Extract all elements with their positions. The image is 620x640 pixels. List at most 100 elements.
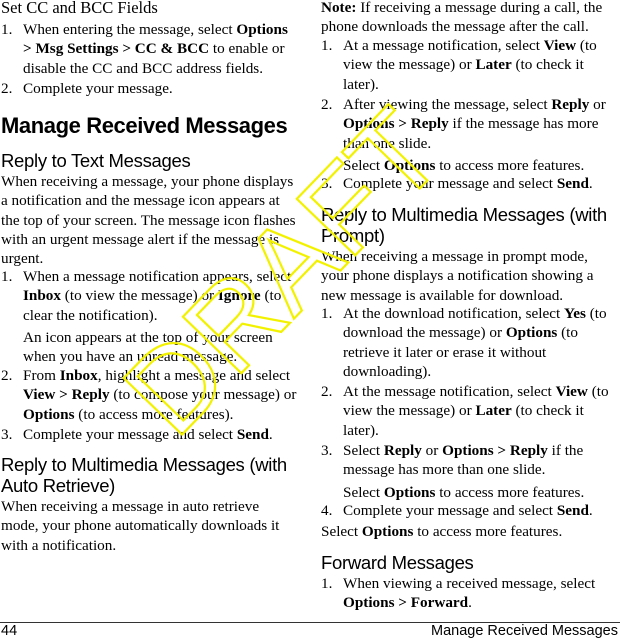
note: Note: If receiving a message during a ca… xyxy=(321,0,619,37)
step-number: 1. xyxy=(321,575,333,592)
ui-term: View xyxy=(555,383,588,400)
step-text: Select Reply or Options > Reply if the m… xyxy=(343,441,619,480)
text-run: Select xyxy=(343,483,384,501)
step-number: 1. xyxy=(321,305,333,322)
text-run: (to compose your message) or xyxy=(109,386,297,404)
step-number: 3. xyxy=(1,426,13,443)
step-number: 3. xyxy=(321,175,333,192)
text-run: Complete your message and select xyxy=(23,426,237,443)
step-subtext: Select Options to access more features. xyxy=(343,156,619,175)
text-run: At the download notification, select xyxy=(343,305,565,322)
text-run: Select xyxy=(321,523,362,540)
step-number: 4. xyxy=(321,502,333,519)
note-text: If receiving a message during a call, th… xyxy=(321,0,603,36)
forward-heading: Forward Messages xyxy=(321,552,474,573)
ui-term: Reply xyxy=(383,442,422,459)
step-number: 2. xyxy=(321,96,333,113)
text-run: to access more features. xyxy=(435,156,585,174)
step-subtext: An icon appears at the top of your scree… xyxy=(23,328,273,366)
list-item: 3. Complete your message and select Send… xyxy=(321,174,619,193)
text-run: or xyxy=(421,442,443,459)
section-title: Manage Received Messages xyxy=(1,113,288,138)
step-text: At the message notification, select View… xyxy=(343,382,619,440)
ui-term: Options > Reply xyxy=(343,115,449,133)
set-cc-bcc-heading: Set CC and BCC Fields xyxy=(1,0,158,17)
text-run: Complete your message and select xyxy=(343,502,557,519)
ui-term: Options xyxy=(383,156,436,174)
step-number: 2. xyxy=(1,80,13,97)
step-number: 2. xyxy=(321,383,333,400)
step-text: Complete your message and select Send. xyxy=(23,425,297,444)
text-run: or xyxy=(589,96,606,113)
list-item: 1. At the download notification, select … xyxy=(321,304,619,381)
reply-mm-auto-heading: Reply to Multimedia Messages (with Auto … xyxy=(1,454,287,496)
step-text: Complete your message and select Send. xyxy=(343,501,619,520)
step-number: 1. xyxy=(1,21,13,38)
list-item: 4. Complete your message and select Send… xyxy=(321,501,619,520)
ui-term: Options xyxy=(361,523,414,540)
ui-term: Send xyxy=(236,426,269,443)
ui-term: Later xyxy=(475,402,512,420)
step-text: Complete your message. xyxy=(23,79,297,98)
list-item: 1. When a message notification appears, … xyxy=(1,267,297,366)
text-run: , highlight a message and select xyxy=(97,367,291,384)
reply-text-heading: Reply to Text Messages xyxy=(1,150,191,171)
step-text: After viewing the message, select Reply … xyxy=(343,95,619,153)
text-run: (to view the message) or xyxy=(61,287,218,305)
text-run: Complete your message and select xyxy=(343,175,557,192)
reply-mm-prompt-heading: Reply to Multimedia Messages (with Promp… xyxy=(321,204,607,246)
reply-mm-prompt-intro: When receiving a message in prompt mode,… xyxy=(321,248,594,304)
list-item: 3. Complete your message and select Send… xyxy=(1,425,297,444)
list-item: 2. From Inbox, highlight a message and s… xyxy=(1,366,297,424)
text-run: After viewing the message, select xyxy=(343,96,552,113)
running-title: Manage Received Messages xyxy=(431,623,618,639)
reply-text-intro: When receiving a message, your phone dis… xyxy=(1,173,296,268)
step-text: When entering the message, select Option… xyxy=(23,20,297,78)
ui-term: Ignore xyxy=(217,287,261,305)
page-number: 44 xyxy=(1,623,18,639)
reply-mm-auto-intro: When receiving a message in auto retriev… xyxy=(1,498,280,554)
step-number: 2. xyxy=(1,367,13,384)
list-item: 2. Complete your message. xyxy=(1,79,297,98)
step-text: When a message notification appears, sel… xyxy=(23,267,297,325)
list-item: 3. Select Reply or Options > Reply if th… xyxy=(321,441,619,502)
text-run: From xyxy=(23,367,60,384)
step-number: 3. xyxy=(321,442,333,459)
step-text: From Inbox, highlight a message and sele… xyxy=(23,366,297,424)
text-run: At a message notification, select xyxy=(343,37,544,54)
ui-term: Inbox xyxy=(23,287,61,305)
ui-term: Options xyxy=(505,324,558,342)
text-run: Complete your message. xyxy=(23,80,173,97)
note-label: Note: xyxy=(321,0,357,16)
list-item: 1. When entering the message, select Opt… xyxy=(1,20,297,78)
step-subtext: Select Options to access more features. xyxy=(343,483,619,502)
ui-term: Reply xyxy=(551,96,590,113)
text-run: (to access more features). xyxy=(74,405,234,423)
text-run: to access more features. xyxy=(435,483,585,501)
text-run: When viewing a received message, select xyxy=(343,575,596,592)
ui-term: Options > Reply xyxy=(442,442,548,459)
step-number: 1. xyxy=(1,268,13,285)
ui-term: Later xyxy=(475,56,512,74)
after-steps-text: Select Options to access more features. xyxy=(321,522,619,541)
step-number: 1. xyxy=(321,37,333,54)
text-run: . xyxy=(588,502,593,519)
step-text: At a message notification, select View (… xyxy=(343,36,619,94)
ui-term: View xyxy=(543,37,577,54)
ui-term: Options xyxy=(383,483,436,501)
ui-term: Inbox xyxy=(59,367,98,384)
text-run: Select xyxy=(343,442,384,459)
ui-term: Send xyxy=(556,175,589,192)
text-run: Select xyxy=(343,156,384,174)
text-run: . xyxy=(268,426,273,443)
text-run: When entering the message, select xyxy=(23,21,237,38)
text-run: . xyxy=(468,594,472,612)
ui-term: Options > Forward xyxy=(343,594,469,612)
step-text: When viewing a received message, select … xyxy=(343,574,619,613)
step-text: Complete your message and select Send. xyxy=(343,174,619,193)
text-run: At the message notification, select xyxy=(343,383,556,400)
list-item: 2. After viewing the message, select Rep… xyxy=(321,95,619,175)
list-item: 1. At a message notification, select Vie… xyxy=(321,36,619,94)
list-item: 2. At the message notification, select V… xyxy=(321,382,619,440)
ui-term: Send xyxy=(556,502,589,519)
